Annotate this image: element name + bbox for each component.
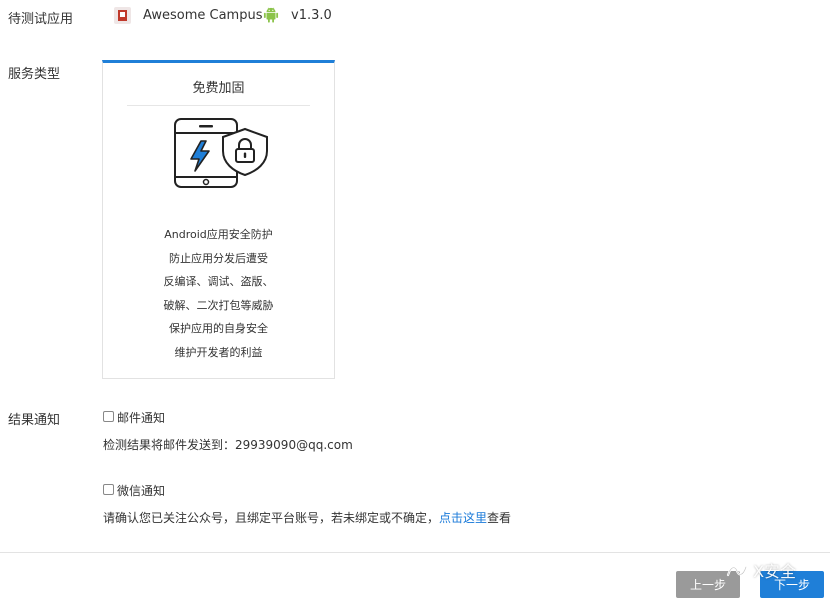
phone-shield-lock-icon bbox=[174, 118, 268, 188]
app-row-label: 待测试应用 bbox=[8, 12, 74, 27]
footer-divider bbox=[0, 552, 830, 553]
desc-line: 破解、二次打包等威胁 bbox=[163, 298, 274, 312]
desc-line: 防止应用分发后遭受 bbox=[169, 251, 268, 265]
android-icon bbox=[263, 7, 279, 23]
desc-line: 反编译、调试、盗版、 bbox=[163, 275, 274, 288]
wechat-notify-label[interactable]: 微信通知 bbox=[117, 482, 165, 499]
desc-line: Android应用安全防护 bbox=[164, 228, 273, 241]
service-row-label: 服务类型 bbox=[8, 67, 61, 82]
email-notify-hint: 检测结果将邮件发送到：29939090@qq.com bbox=[103, 438, 353, 452]
email-notify-checkbox[interactable] bbox=[103, 411, 114, 422]
app-logo-icon bbox=[114, 7, 131, 24]
email-notify-label[interactable]: 邮件通知 bbox=[117, 409, 165, 426]
prev-step-button[interactable]: 上一步 bbox=[676, 571, 740, 598]
notify-row-label: 结果通知 bbox=[8, 413, 61, 428]
click-here-link[interactable]: 点击这里 bbox=[439, 511, 487, 525]
app-name: Awesome Campus bbox=[143, 8, 263, 23]
wechat-hint-suffix: 查看 bbox=[487, 511, 512, 525]
wechat-hint-prefix: 请确认您已关注公众号，且绑定平台账号，若未绑定或不确定， bbox=[103, 511, 440, 525]
wechat-notify-checkbox[interactable] bbox=[103, 484, 114, 495]
service-card-description: Android应用安全防护 防止应用分发后遭受 反编译、调试、盗版、 破解、二次… bbox=[103, 223, 334, 364]
wechat-notify-hint: 请确认您已关注公众号，且绑定平台账号，若未绑定或不确定，点击这里查看 bbox=[103, 509, 511, 526]
next-step-button[interactable]: 下一步 bbox=[760, 571, 824, 598]
desc-line: 维护开发者的利益 bbox=[174, 345, 263, 359]
service-card-title: 免费加固 bbox=[192, 81, 245, 96]
card-divider bbox=[127, 105, 310, 106]
app-version: v1.3.0 bbox=[291, 8, 332, 23]
desc-line: 保护应用的自身安全 bbox=[169, 322, 268, 335]
service-card-free-hardening[interactable]: 免费加固 Android应用安全防护 防止应用分发后遭受 反编译、调试、盗版、 … bbox=[102, 60, 335, 379]
